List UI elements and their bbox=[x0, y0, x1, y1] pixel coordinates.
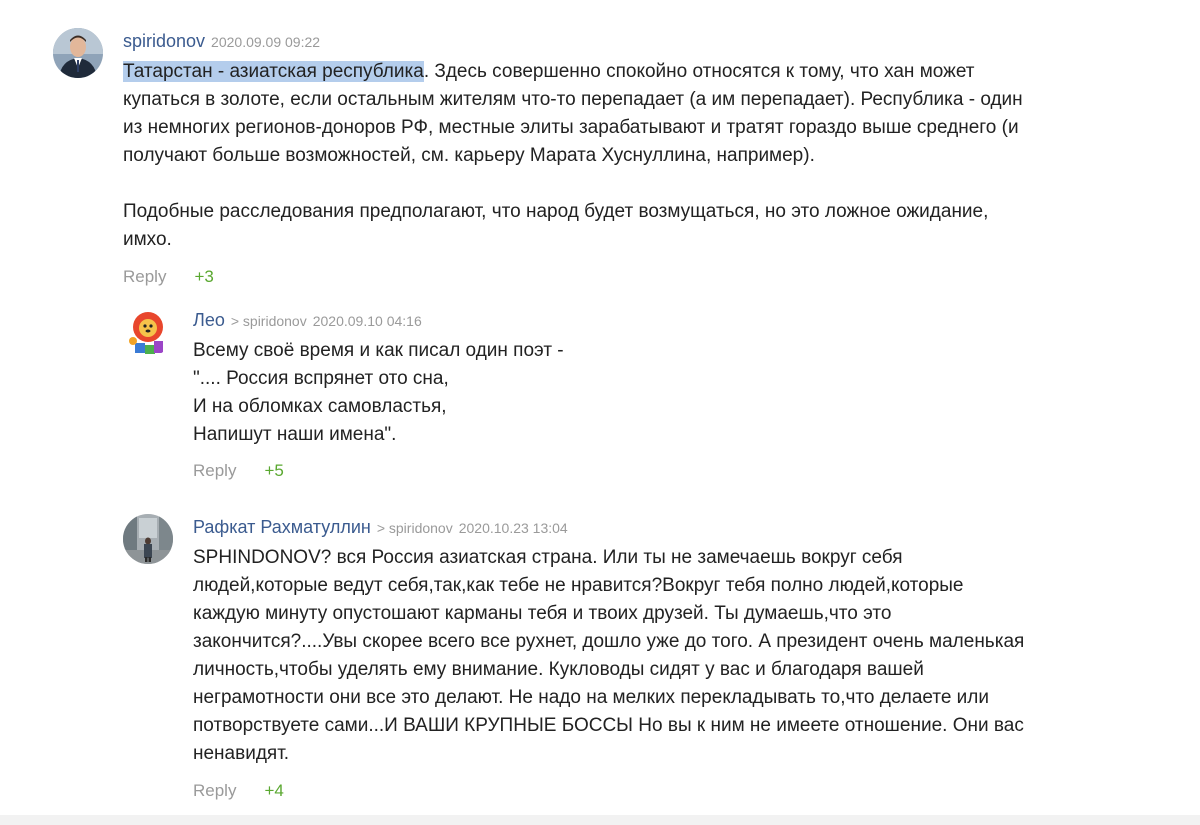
comment-line: И на обломках самовластья, bbox=[193, 396, 447, 417]
author-link[interactable]: Рафкат Рахматуллин bbox=[193, 517, 371, 537]
comment-line: каждую минуту опустошают карманы тебя и … bbox=[193, 603, 892, 624]
user-photo-icon bbox=[53, 28, 103, 78]
author-link[interactable]: spiridonov bbox=[123, 31, 205, 51]
vote-score: +4 bbox=[264, 781, 284, 800]
comment-line: личность,чтобы уделять ему внимание. Кук… bbox=[193, 659, 924, 680]
comment-line: Напишут наши имена". bbox=[193, 424, 397, 445]
reply-to-link[interactable]: > spiridonov bbox=[231, 313, 307, 329]
comment-line: ".... Россия вспрянет ото сна, bbox=[193, 368, 449, 389]
reply-to-link[interactable]: > spiridonov bbox=[377, 520, 453, 536]
comment-line bbox=[123, 170, 1023, 198]
comment-date: 2020.09.10 04:16 bbox=[312, 313, 422, 329]
comment-line: имхо. bbox=[123, 229, 172, 250]
reply-button[interactable]: Reply bbox=[193, 781, 236, 800]
reply-button[interactable]: Reply bbox=[123, 267, 166, 286]
selected-text: Татарстан - азиатская республика bbox=[123, 61, 424, 82]
comment-line: ненавидят. bbox=[193, 743, 290, 764]
reply-button[interactable]: Reply bbox=[193, 461, 236, 480]
author-link[interactable]: Лео bbox=[193, 310, 225, 330]
comment-body: SPHINDONOV? вся Россия азиатская страна.… bbox=[193, 544, 1024, 768]
comment-line: Всему своё время и как писал один поэт - bbox=[193, 340, 564, 361]
comment-line: из немногих регионов-доноров РФ, местные… bbox=[123, 117, 1019, 138]
comment-line: потворствуете сами...И ВАШИ КРУПНЫЕ БОСС… bbox=[193, 715, 1024, 736]
comment-date: 2020.09.09 09:22 bbox=[211, 34, 321, 50]
avatar[interactable] bbox=[123, 514, 173, 564]
comment-line: Подобные расследования предполагают, что… bbox=[123, 201, 989, 222]
comment-line: закончится?....Увы скорее всего все рухн… bbox=[193, 631, 1025, 652]
vote-score: +5 bbox=[264, 461, 284, 480]
street-photo-icon bbox=[123, 514, 173, 564]
comment-body: Татарстан - азиатская республика. Здесь … bbox=[123, 58, 1023, 254]
comment-line: получают больше возможностей, см. карьер… bbox=[123, 145, 815, 166]
comment-date: 2020.10.23 13:04 bbox=[458, 520, 568, 536]
lion-cartoon-icon bbox=[123, 307, 173, 357]
comment-line: купаться в золоте, если остальным жителя… bbox=[123, 89, 1023, 110]
comment-line: Татарстан - азиатская республика. Здесь … bbox=[123, 61, 975, 82]
vote-score: +3 bbox=[194, 267, 214, 286]
avatar[interactable] bbox=[53, 28, 103, 78]
comment-line: SPHINDONOV? вся Россия азиатская страна.… bbox=[193, 547, 903, 568]
page-bottom-divider bbox=[0, 815, 1200, 825]
comment-body: Всему своё время и как писал один поэт -… bbox=[193, 337, 564, 449]
comment-line: неграмотности они все это делают. Не над… bbox=[193, 687, 989, 708]
avatar[interactable] bbox=[123, 307, 173, 357]
comment-line: людей,которые ведут себя,так,как тебе не… bbox=[193, 575, 964, 596]
